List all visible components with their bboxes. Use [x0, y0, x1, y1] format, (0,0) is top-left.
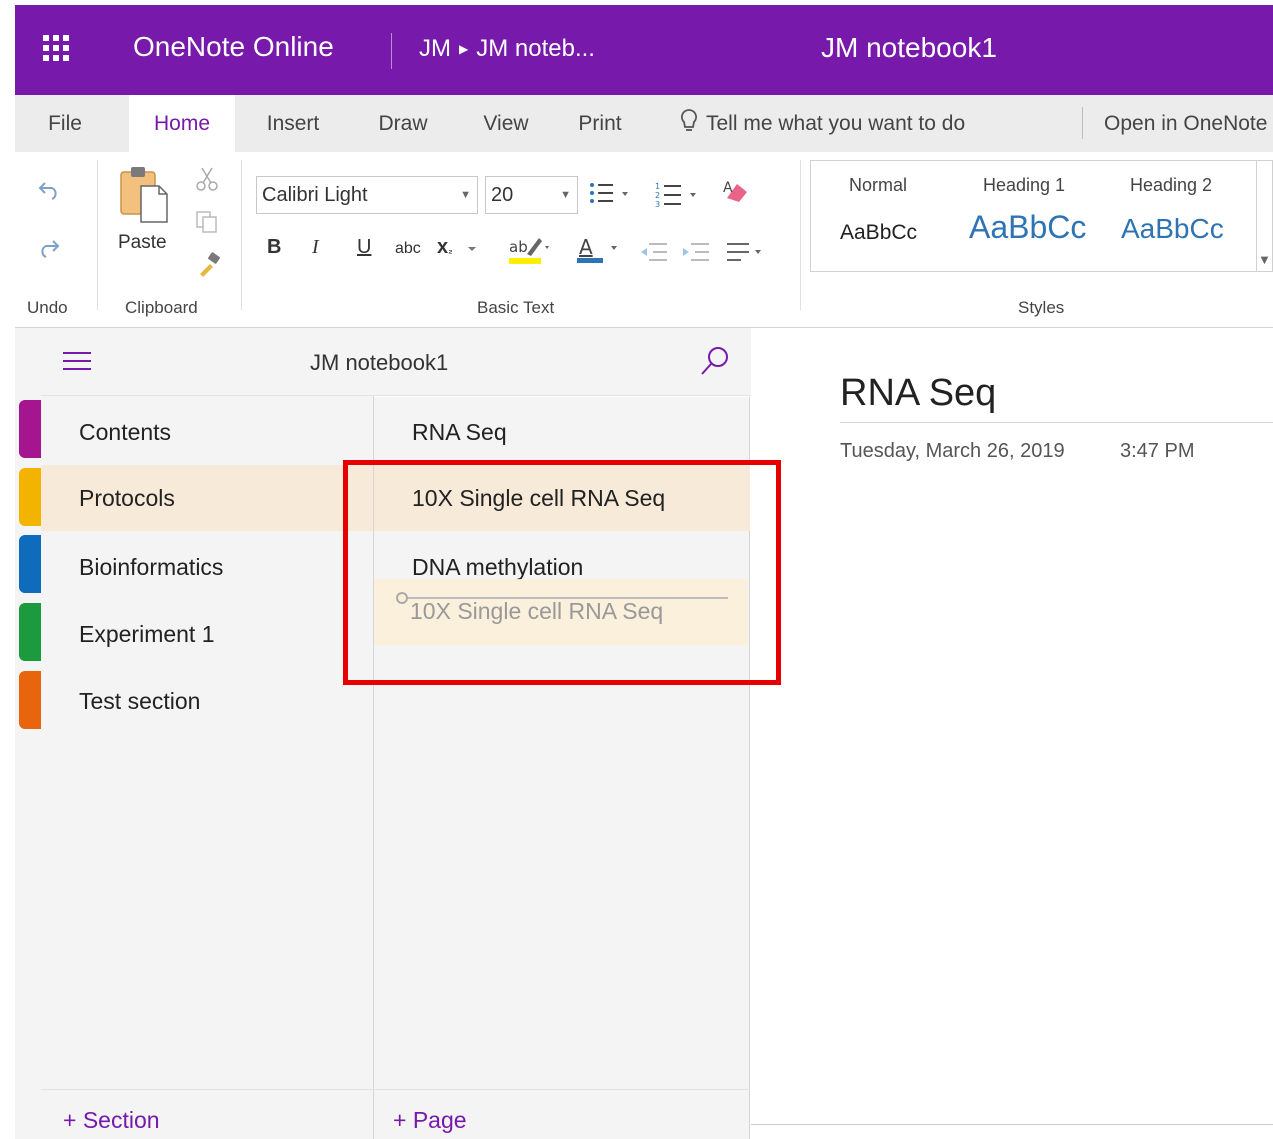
strikethrough-button[interactable]: abc — [395, 240, 421, 258]
section-color-tab[interactable] — [19, 400, 41, 458]
underline-button[interactable]: U — [357, 236, 371, 259]
subscript-label: x — [437, 236, 449, 258]
group-separator — [800, 160, 801, 310]
tab-file[interactable]: File — [15, 95, 115, 152]
svg-text:A: A — [579, 235, 593, 259]
tab-home[interactable]: Home — [129, 95, 235, 152]
italic-button[interactable]: I — [312, 236, 319, 259]
font-name-value: Calibri Light — [262, 184, 368, 206]
group-label-basic-text: Basic Text — [477, 298, 555, 317]
style-heading1-name[interactable]: Heading 1 — [983, 175, 1065, 196]
clear-formatting-icon[interactable]: A — [721, 178, 751, 206]
styles-more-button[interactable]: ▼ — [1256, 160, 1273, 272]
styles-gallery: Normal AaBbCc Heading 1 AaBbCc Heading 2… — [810, 160, 1256, 272]
copy-icon[interactable] — [195, 210, 219, 234]
section-item-protocols[interactable]: Protocols — [41, 465, 373, 531]
group-separator — [97, 160, 98, 310]
svg-text:1: 1 — [655, 182, 660, 191]
align-icon[interactable] — [725, 240, 769, 264]
hamburger-menu-icon[interactable] — [63, 352, 91, 372]
open-in-onenote-button[interactable]: Open in OneNote — [1104, 95, 1267, 152]
page-item-rna-seq[interactable]: RNA Seq — [374, 399, 750, 465]
chevron-down-icon: ▼ — [460, 189, 471, 201]
group-label-clipboard: Clipboard — [125, 298, 198, 317]
navigation-header: JM notebook1 — [41, 328, 751, 396]
undo-icon[interactable] — [37, 180, 61, 200]
bullets-icon[interactable] — [589, 180, 629, 206]
page-title-underline — [840, 422, 1273, 423]
highlight-color-icon[interactable]: ab — [507, 234, 551, 266]
style-heading1-sample[interactable]: AaBbCc — [969, 209, 1086, 246]
section-color-tab[interactable] — [19, 671, 41, 729]
style-normal-name[interactable]: Normal — [849, 175, 907, 196]
nav-footer-divider — [41, 1089, 750, 1090]
chevron-down-icon[interactable] — [465, 242, 479, 256]
section-color-tab[interactable] — [19, 603, 41, 661]
numbering-icon[interactable]: 123 — [655, 180, 699, 210]
group-label-undo: Undo — [27, 298, 68, 317]
redo-icon[interactable] — [37, 238, 61, 258]
font-size-select[interactable]: 20 ▼ — [485, 176, 578, 214]
format-painter-icon[interactable] — [197, 252, 223, 278]
paste-label[interactable]: Paste — [118, 232, 167, 254]
svg-text:ab: ab — [509, 238, 528, 256]
cut-icon[interactable] — [195, 166, 219, 192]
breadcrumb-arrow-icon: ▶ — [459, 42, 469, 56]
breadcrumb: JM ▶ JM noteb... — [419, 35, 595, 63]
increase-indent-icon[interactable] — [681, 240, 711, 264]
add-section-button[interactable]: + Section — [63, 1107, 160, 1134]
tabs-separator — [1082, 107, 1083, 139]
decrease-indent-icon[interactable] — [639, 240, 669, 264]
tab-print[interactable]: Print — [559, 95, 641, 152]
page-time: 3:47 PM — [1120, 440, 1195, 462]
section-item-contents[interactable]: Contents — [41, 399, 373, 465]
section-item-bioinformatics[interactable]: Bioinformatics — [41, 534, 373, 600]
tab-insert[interactable]: Insert — [247, 95, 339, 152]
document-title: JM notebook1 — [821, 32, 997, 63]
tell-me-label: Tell me what you want to do — [706, 112, 966, 135]
lightbulb-icon — [681, 109, 697, 132]
subscript-button[interactable]: x₂ — [437, 236, 453, 259]
chevron-down-icon: ▼ — [560, 189, 571, 201]
font-size-value: 20 — [491, 184, 514, 206]
tab-view[interactable]: View — [463, 95, 549, 152]
notebook-name[interactable]: JM notebook1 — [310, 350, 448, 376]
title-separator — [391, 33, 392, 69]
breadcrumb-user[interactable]: JM — [419, 35, 451, 62]
bold-button[interactable]: B — [267, 236, 281, 259]
breadcrumb-notebook[interactable]: JM noteb... — [476, 35, 595, 62]
tab-draw[interactable]: Draw — [359, 95, 447, 152]
svg-text:A: A — [723, 180, 733, 196]
ribbon-tabs: File Home Insert Draw View Print Tell me… — [15, 95, 1273, 152]
highlight-annotation-box — [343, 460, 781, 685]
app-name[interactable]: OneNote Online — [133, 31, 334, 63]
subscript-mark: ₂ — [448, 245, 453, 256]
section-item-experiment-1[interactable]: Experiment 1 — [41, 601, 373, 667]
page-title[interactable]: RNA Seq — [840, 372, 996, 415]
section-item-test-section[interactable]: Test section — [41, 668, 373, 734]
section-color-tab[interactable] — [19, 468, 41, 526]
style-normal-sample[interactable]: AaBbCc — [840, 221, 917, 245]
font-color-icon[interactable]: A — [575, 234, 619, 266]
horizontal-scrollbar[interactable] — [751, 1124, 1273, 1139]
ribbon: Undo Paste Clipboard Calibri Light ▼ 20 ▼ … — [15, 152, 1273, 328]
section-color-tab[interactable] — [19, 535, 41, 593]
title-bar: OneNote Online JM ▶ JM noteb... JM noteboo… — [15, 5, 1273, 95]
page-date: Tuesday, March 26, 2019 — [840, 440, 1065, 462]
font-name-select[interactable]: Calibri Light ▼ — [256, 176, 478, 214]
style-heading2-sample[interactable]: AaBbCc — [1121, 213, 1224, 245]
svg-text:3: 3 — [655, 200, 660, 209]
paste-icon[interactable] — [119, 164, 171, 226]
search-icon[interactable] — [698, 344, 732, 378]
style-heading2-name[interactable]: Heading 2 — [1130, 175, 1212, 196]
app-launcher-icon[interactable] — [43, 35, 73, 65]
group-label-styles: Styles — [1018, 298, 1065, 317]
group-separator — [241, 160, 242, 310]
svg-text:2: 2 — [655, 191, 660, 200]
add-page-button[interactable]: + Page — [393, 1107, 467, 1134]
tell-me-box[interactable]: Tell me what you want to do — [680, 95, 965, 152]
